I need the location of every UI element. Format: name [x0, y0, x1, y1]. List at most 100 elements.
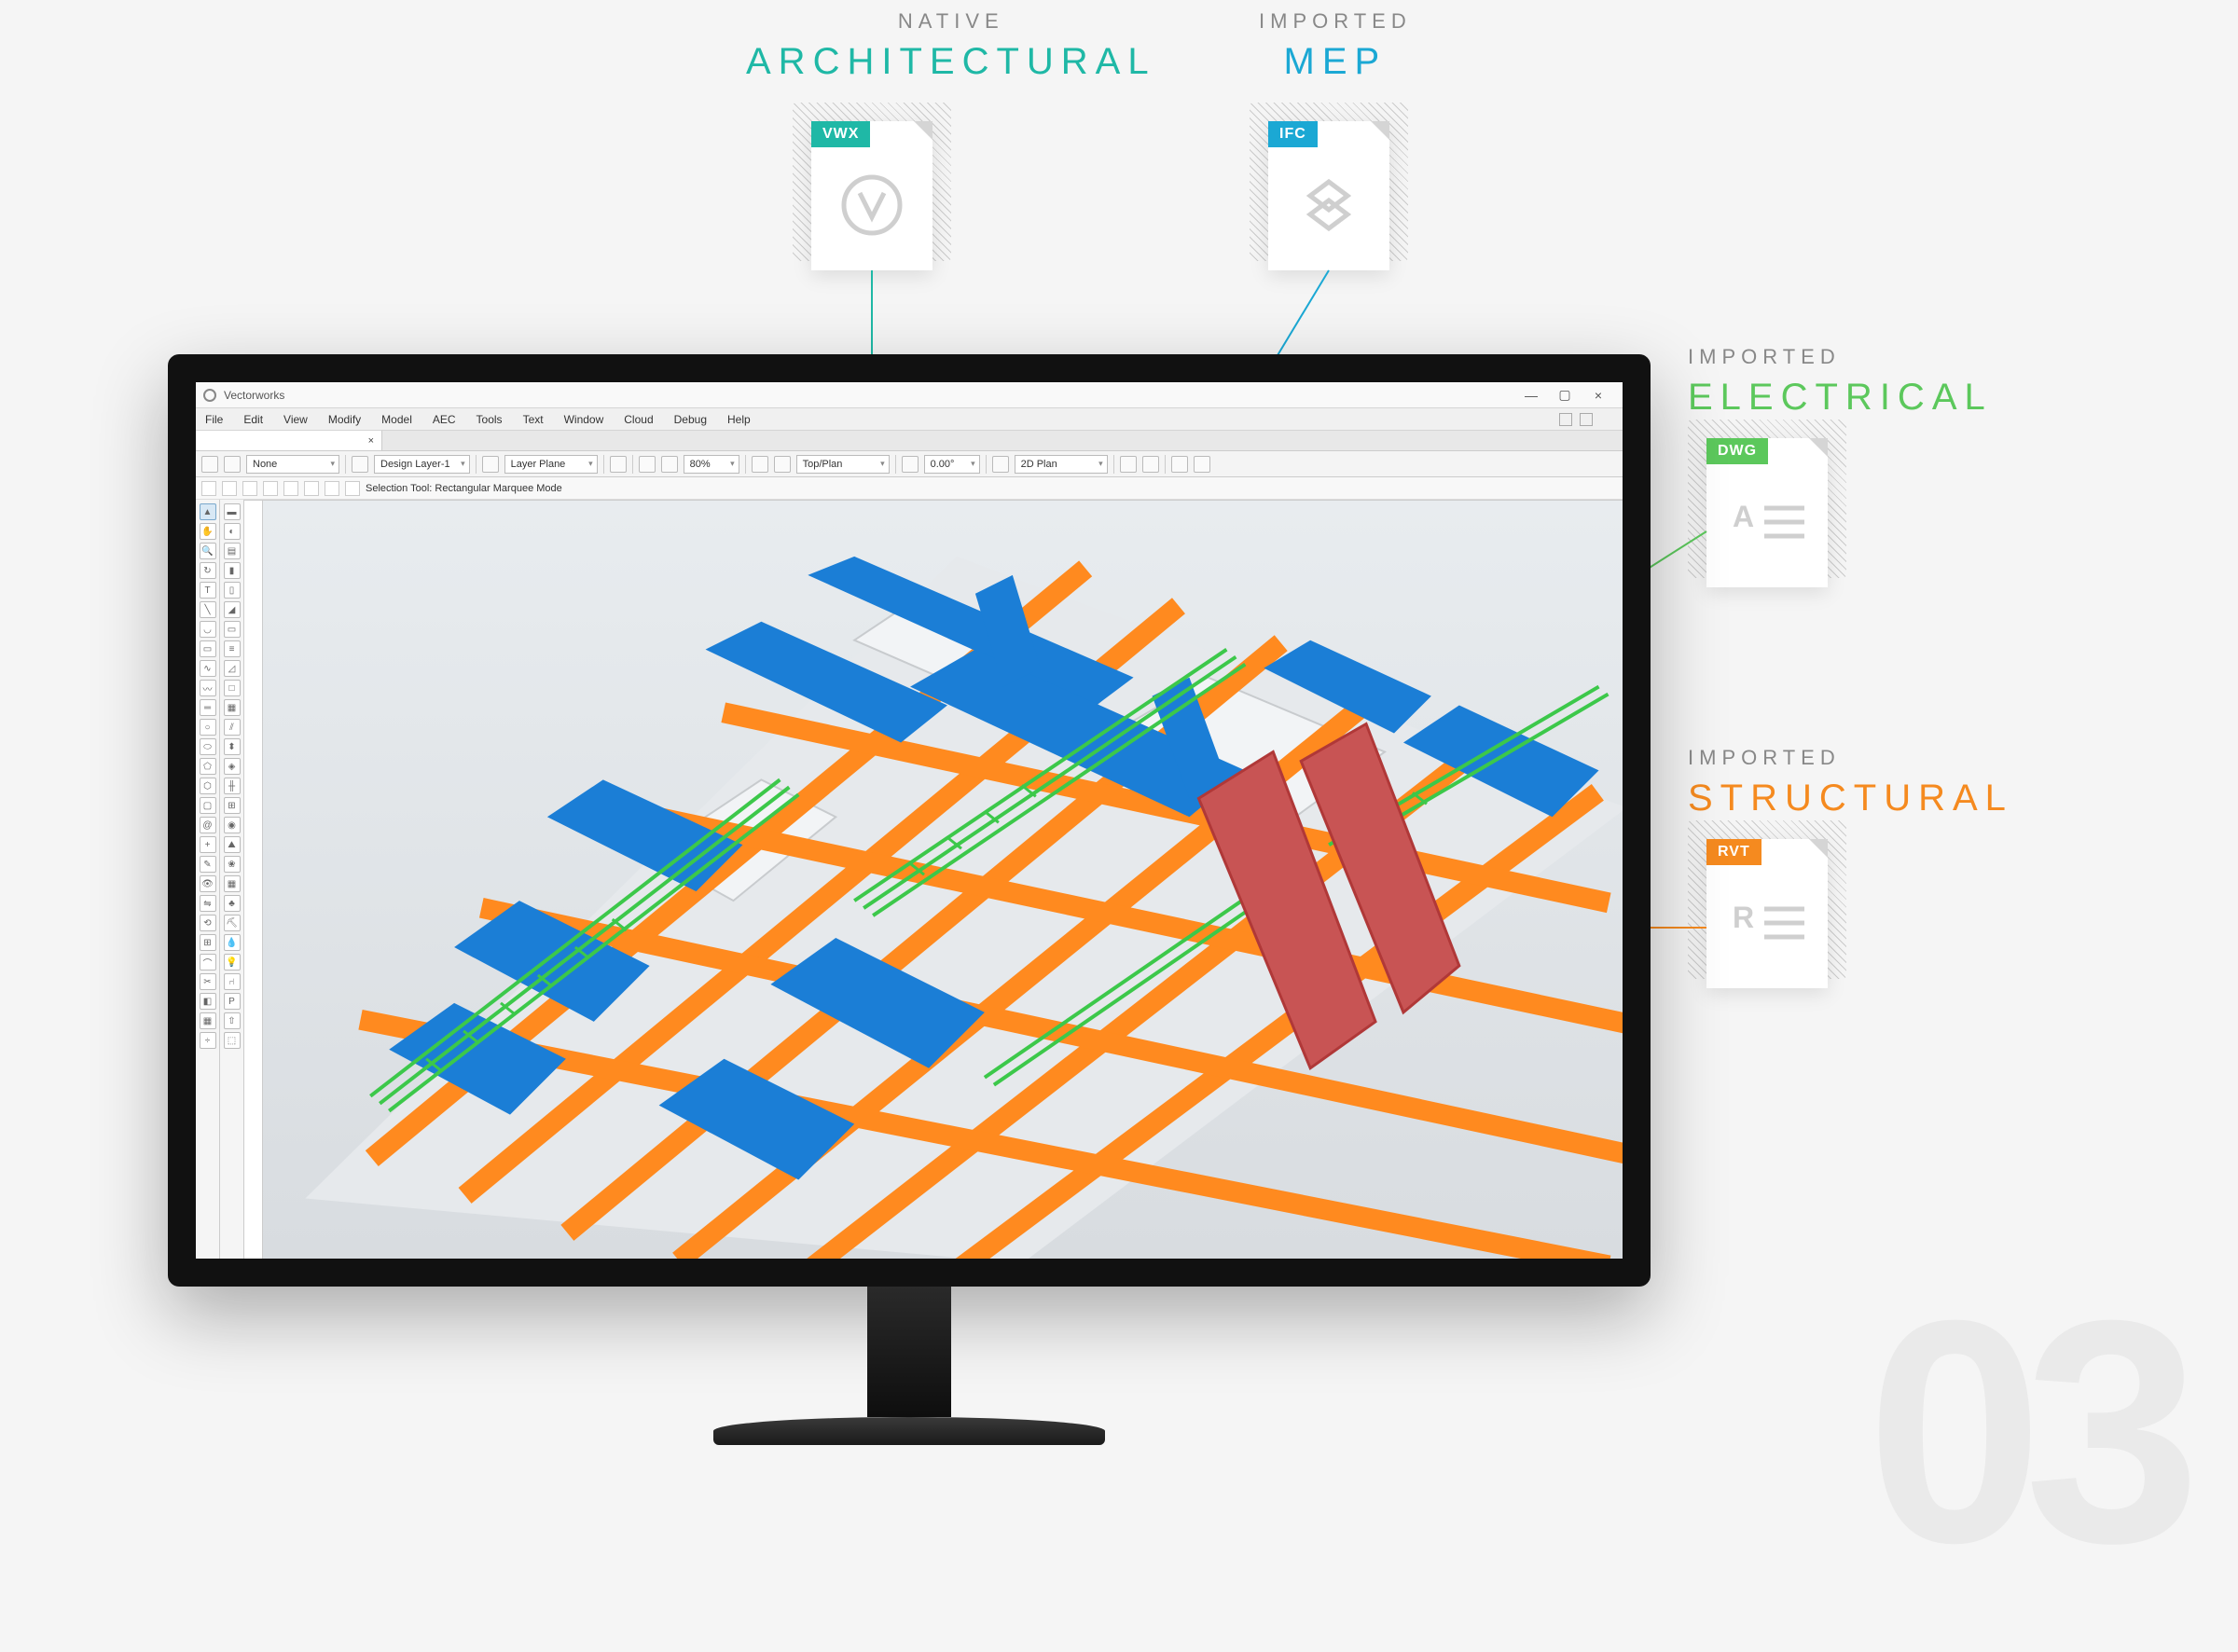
- slab-tool-icon[interactable]: ▭: [224, 621, 241, 638]
- menu-view[interactable]: View: [283, 413, 308, 426]
- fit-page-icon[interactable]: [752, 456, 768, 473]
- column-tool-icon[interactable]: ▮: [224, 562, 241, 579]
- menu-debug[interactable]: Debug: [674, 413, 707, 426]
- irrigation-tool-icon[interactable]: 💧: [224, 934, 241, 951]
- locus-tool-icon[interactable]: +: [200, 836, 216, 853]
- framing-tool-icon[interactable]: ⊞: [224, 797, 241, 814]
- menu-window[interactable]: Window: [564, 413, 604, 426]
- north-arrow-tool-icon[interactable]: ⇧: [224, 1012, 241, 1029]
- class-options-icon[interactable]: [224, 456, 241, 473]
- projection-icon[interactable]: [1120, 456, 1137, 473]
- plane-dropdown[interactable]: Layer Plane: [504, 455, 598, 474]
- menu-aec[interactable]: AEC: [433, 413, 456, 426]
- polyline-tool-icon[interactable]: ∿: [200, 660, 216, 677]
- rounded-rect-tool-icon[interactable]: ▢: [200, 797, 216, 814]
- hardscape-tool-icon[interactable]: ▦: [224, 875, 241, 892]
- preferences-icon[interactable]: [345, 481, 360, 496]
- menu-file[interactable]: File: [205, 413, 223, 426]
- menu-modify[interactable]: Modify: [328, 413, 361, 426]
- seating-tool-icon[interactable]: ⑁: [224, 973, 241, 990]
- ceiling-grid-tool-icon[interactable]: ▦: [224, 699, 241, 716]
- arc-tool-icon[interactable]: ◡: [200, 621, 216, 638]
- mode-enclosed-icon[interactable]: [304, 481, 319, 496]
- selection-tool-icon[interactable]: ▲: [200, 503, 216, 520]
- trim-tool-icon[interactable]: ✂: [200, 973, 216, 990]
- drain-tool-icon[interactable]: ◉: [224, 817, 241, 833]
- attribute-mapping-tool-icon[interactable]: ▦: [200, 1012, 216, 1029]
- drawing-canvas[interactable]: [263, 501, 1623, 1259]
- view-dropdown[interactable]: Top/Plan: [796, 455, 890, 474]
- close-button[interactable]: ×: [1582, 388, 1615, 403]
- layer-dropdown[interactable]: Design Layer-1: [374, 455, 470, 474]
- fillet-tool-icon[interactable]: ⌒: [200, 954, 216, 971]
- flyover-icon[interactable]: [1194, 456, 1210, 473]
- zoom-in-icon[interactable]: [661, 456, 678, 473]
- maximize-button[interactable]: ▢: [1548, 387, 1582, 403]
- mode-lasso-icon[interactable]: [242, 481, 257, 496]
- document-tab[interactable]: ×: [196, 431, 382, 450]
- line-tool-icon[interactable]: ╲: [200, 601, 216, 618]
- menu-tools[interactable]: Tools: [477, 413, 503, 426]
- grade-tool-icon[interactable]: ⛏: [224, 915, 241, 931]
- unified-view-icon[interactable]: [1142, 456, 1159, 473]
- rectangle-tool-icon[interactable]: ▭: [200, 640, 216, 657]
- menu-text[interactable]: Text: [523, 413, 544, 426]
- offset-tool-icon[interactable]: ⊞: [200, 934, 216, 951]
- rotate-icon[interactable]: [902, 456, 919, 473]
- zoom-dropdown[interactable]: 80%: [684, 455, 739, 474]
- menu-model[interactable]: Model: [381, 413, 412, 426]
- saved-view-icon[interactable]: [610, 456, 627, 473]
- minimize-button[interactable]: —: [1514, 388, 1548, 403]
- plane-icon[interactable]: [482, 456, 499, 473]
- menu-cloud[interactable]: Cloud: [624, 413, 653, 426]
- mode-marquee-icon[interactable]: [222, 481, 237, 496]
- wall-tool-icon[interactable]: ▬: [224, 503, 241, 520]
- zoom-out-icon[interactable]: [639, 456, 656, 473]
- lighting-tool-icon[interactable]: 💡: [224, 954, 241, 971]
- elevator-tool-icon[interactable]: ⬍: [224, 738, 241, 755]
- clip-tool-icon[interactable]: ◧: [200, 993, 216, 1010]
- split-tool-icon[interactable]: ÷: [200, 1032, 216, 1049]
- mirror-tool-icon[interactable]: ⇋: [200, 895, 216, 912]
- ramp-tool-icon[interactable]: ◿: [224, 660, 241, 677]
- flyover-tool-icon[interactable]: ↻: [200, 562, 216, 579]
- rotate-tool-icon[interactable]: ⟲: [200, 915, 216, 931]
- class-visibility-icon[interactable]: [201, 456, 218, 473]
- window-tool-icon[interactable]: ▤: [224, 543, 241, 559]
- property-line-tool-icon[interactable]: ⬚: [224, 1032, 241, 1049]
- pilaster-tool-icon[interactable]: ▯: [224, 582, 241, 599]
- regular-polygon-tool-icon[interactable]: ⬡: [200, 778, 216, 794]
- pan-tool-icon[interactable]: ✋: [200, 523, 216, 540]
- double-line-tool-icon[interactable]: ═: [200, 699, 216, 716]
- roof-tool-icon[interactable]: ◢: [224, 601, 241, 618]
- display-icon[interactable]: [1171, 456, 1188, 473]
- layer-visibility-icon[interactable]: [352, 456, 368, 473]
- oval-tool-icon[interactable]: ⬭: [200, 738, 216, 755]
- stair-tool-icon[interactable]: ≡: [224, 640, 241, 657]
- circle-tool-icon[interactable]: ○: [200, 719, 216, 736]
- palette-toggle-icon[interactable]: [1559, 413, 1572, 426]
- tab-close-icon[interactable]: ×: [368, 435, 374, 447]
- mode-polygon-icon[interactable]: [263, 481, 278, 496]
- palette-toggle-icon[interactable]: [1580, 413, 1593, 426]
- escalator-tool-icon[interactable]: ⫽: [224, 719, 241, 736]
- render-dropdown[interactable]: 2D Plan: [1015, 455, 1108, 474]
- mode-crossing-icon[interactable]: [283, 481, 298, 496]
- menu-help[interactable]: Help: [727, 413, 751, 426]
- class-dropdown[interactable]: None: [246, 455, 339, 474]
- text-tool-icon[interactable]: T: [200, 582, 216, 599]
- parking-tool-icon[interactable]: P: [224, 993, 241, 1010]
- visibility-tool-icon[interactable]: 👁: [200, 875, 216, 892]
- mode-fence-icon[interactable]: [325, 481, 339, 496]
- menu-edit[interactable]: Edit: [243, 413, 263, 426]
- view-cube-icon[interactable]: [774, 456, 791, 473]
- freehand-tool-icon[interactable]: 〰: [200, 680, 216, 696]
- mode-single-icon[interactable]: [201, 481, 216, 496]
- site-tool-icon[interactable]: ⛰: [224, 836, 241, 853]
- hvac-tool-icon[interactable]: ◈: [224, 758, 241, 775]
- render-mode-icon[interactable]: [992, 456, 1009, 473]
- door-tool-icon[interactable]: ◐: [224, 523, 241, 540]
- landscape-tool-icon[interactable]: ♣: [224, 895, 241, 912]
- angle-dropdown[interactable]: 0.00°: [924, 455, 980, 474]
- space-tool-icon[interactable]: □: [224, 680, 241, 696]
